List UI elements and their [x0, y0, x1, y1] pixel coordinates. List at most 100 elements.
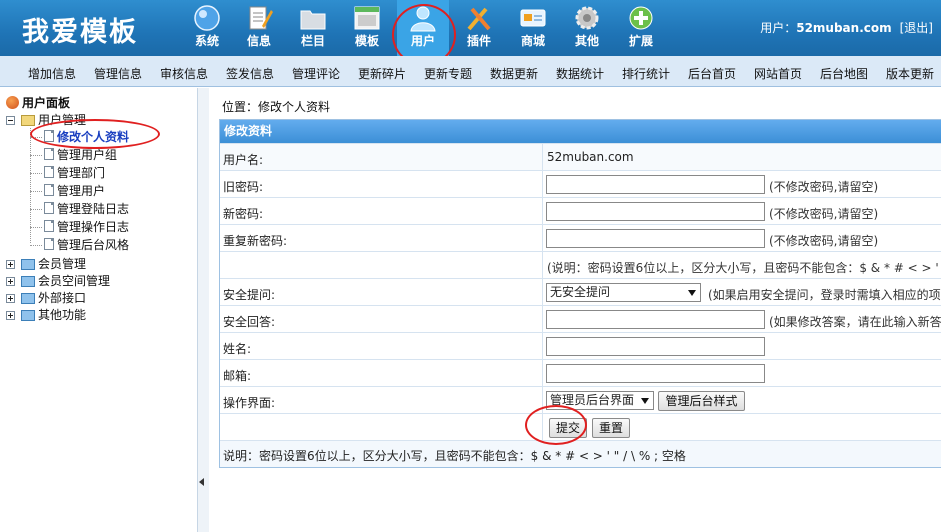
logout-link[interactable]: [退出]	[900, 21, 933, 35]
site-logo: 我爱模板	[22, 17, 138, 48]
tree-branch	[30, 137, 42, 138]
row-new-password: 新密码: (不修改密码,请留空)	[220, 197, 941, 224]
security-question-select[interactable]: 无安全提问	[546, 283, 701, 302]
subnav-sign-info[interactable]: 签发信息	[226, 65, 274, 82]
subnav-add-info[interactable]: 增加信息	[28, 65, 76, 82]
email-label: 邮箱:	[223, 369, 252, 383]
cell-divider	[542, 387, 543, 413]
tree-branch	[30, 155, 42, 156]
row-email: 邮箱:	[220, 359, 941, 386]
security-question-label: 安全提问:	[223, 288, 276, 302]
subnav-data-stats[interactable]: 数据统计	[556, 65, 604, 82]
password-note-row: 说明：密码设置6位以上，区分大小写，且密码不能包含：$ & * # < > ' …	[220, 440, 941, 467]
sidebar-panel-title: 用户面板	[22, 96, 71, 110]
repeat-password-hint: (不修改密码,请留空)	[769, 234, 879, 248]
username: 52muban.com	[796, 21, 892, 35]
email-field[interactable]	[546, 364, 765, 383]
sidebar-item-admin-style[interactable]: 管理后台风格	[57, 237, 129, 253]
sidebar-item-login-log[interactable]: 管理登陆日志	[57, 201, 129, 217]
notepad-icon	[249, 6, 273, 30]
topnav-column[interactable]: 栏目	[289, 0, 337, 56]
subnav-site-home[interactable]: 网站首页	[754, 65, 802, 82]
expand-icon[interactable]	[6, 294, 15, 303]
expand-icon[interactable]	[6, 277, 15, 286]
sidebar-item-user-groups[interactable]: 管理用户组	[57, 147, 117, 163]
password-note: 说明：密码设置6位以上，区分大小写，且密码不能包含：$ & * # < > ' …	[223, 449, 686, 463]
tree-branch	[30, 191, 42, 192]
old-password-field[interactable]	[546, 175, 765, 194]
sidebar-group-other-functions[interactable]: 其他功能	[38, 307, 86, 323]
gear-icon	[575, 6, 599, 30]
dropdown-arrow-icon	[641, 398, 649, 404]
interface-value: 管理员后台界面	[550, 393, 635, 407]
new-password-label: 新密码:	[223, 207, 264, 221]
security-question-hint: (如果启用安全提问，登录时需填入相应的项目	[708, 288, 941, 302]
subnav-update-fragments[interactable]: 更新碎片	[358, 65, 406, 82]
topnav-info[interactable]: 信息	[235, 0, 283, 56]
cell-divider	[542, 414, 543, 440]
expand-icon[interactable]	[6, 260, 15, 269]
row-repeat-password: 重复新密码: (不修改密码,请留空)	[220, 224, 941, 251]
row-name: 姓名:	[220, 332, 941, 359]
user-info: 用户：52muban.com [退出]	[760, 19, 933, 36]
topnav-extend[interactable]: 扩展	[617, 0, 665, 56]
sidebar-item-edit-profile[interactable]: 修改个人资料	[57, 129, 129, 145]
folder-open-icon	[21, 115, 35, 126]
folder-icon	[21, 259, 35, 270]
topnav-user[interactable]: 用户	[397, 0, 449, 56]
reset-button[interactable]: 重置	[592, 418, 630, 438]
sidebar-group-members[interactable]: 会员管理	[38, 256, 86, 272]
security-answer-field[interactable]	[546, 310, 765, 329]
collapse-icon[interactable]	[6, 116, 15, 125]
name-field[interactable]	[546, 337, 765, 356]
sidebar-splitter[interactable]	[197, 88, 209, 532]
sidebar-item-users[interactable]: 管理用户	[57, 183, 105, 199]
row-security-question: 安全提问: 无安全提问 (如果启用安全提问，登录时需填入相应的项目	[220, 278, 941, 305]
sidebar-item-departments[interactable]: 管理部门	[57, 165, 105, 181]
topnav-other[interactable]: 其他	[563, 0, 611, 56]
document-icon	[44, 184, 54, 196]
subnav-manage-info[interactable]: 管理信息	[94, 65, 142, 82]
folder-icon	[21, 276, 35, 287]
new-password-field[interactable]	[546, 202, 765, 221]
row-interface: 操作界面: 管理员后台界面 管理后台样式	[220, 386, 941, 413]
subnav-manage-comments[interactable]: 管理评论	[292, 65, 340, 82]
user-icon	[410, 6, 436, 32]
form-title: 修改资料	[220, 120, 941, 143]
manage-admin-style-button[interactable]: 管理后台样式	[658, 391, 745, 411]
subnav-review-info[interactable]: 审核信息	[160, 65, 208, 82]
subnav-admin-home[interactable]: 后台首页	[688, 65, 736, 82]
topnav-plugin[interactable]: 插件	[455, 0, 503, 56]
topnav-system[interactable]: 系统	[183, 0, 231, 56]
subnav-data-update[interactable]: 数据更新	[490, 65, 538, 82]
sidebar-group-external-api[interactable]: 外部接口	[38, 290, 86, 306]
repeat-password-field[interactable]	[546, 229, 765, 248]
new-password-hint: (不修改密码,请留空)	[769, 207, 879, 221]
sub-navigation: 增加信息 管理信息 审核信息 签发信息 管理评论 更新碎片 更新专题 数据更新 …	[0, 56, 941, 87]
topnav-shop[interactable]: 商城	[509, 0, 557, 56]
tree-line	[30, 128, 31, 243]
tools-icon	[467, 7, 491, 31]
sidebar-item-operation-log[interactable]: 管理操作日志	[57, 219, 129, 235]
subnav-rank-stats[interactable]: 排行统计	[622, 65, 670, 82]
collapse-sidebar-arrow-icon[interactable]	[199, 478, 204, 486]
submit-button[interactable]: 提交	[549, 418, 587, 438]
subnav-admin-map[interactable]: 后台地图	[820, 65, 868, 82]
sidebar-user-management[interactable]: 用户管理	[38, 112, 86, 128]
row-security-answer: 安全回答: (如果修改答案，请在此输入新答	[220, 305, 941, 332]
subnav-version-update[interactable]: 版本更新	[886, 65, 934, 82]
expand-icon[interactable]	[6, 311, 15, 320]
tree-branch	[30, 173, 42, 174]
cell-divider	[542, 225, 543, 251]
subnav-update-topics[interactable]: 更新专题	[424, 65, 472, 82]
edit-profile-form: 修改资料 用户名: 52muban.com 旧密码: (不修改密码,请留空) 新…	[219, 119, 941, 468]
folder-icon	[21, 293, 35, 304]
topnav-template[interactable]: 模板	[343, 0, 391, 56]
home-icon	[6, 96, 19, 109]
sidebar-group-member-space[interactable]: 会员空间管理	[38, 273, 110, 289]
row-password-rule: (说明：密码设置6位以上，区分大小写，且密码不能包含：$ & * # < > '…	[220, 251, 941, 278]
interface-select[interactable]: 管理员后台界面	[546, 391, 654, 410]
security-answer-hint: (如果修改答案，请在此输入新答	[769, 315, 941, 329]
document-icon	[44, 238, 54, 250]
template-window-icon	[354, 6, 380, 30]
